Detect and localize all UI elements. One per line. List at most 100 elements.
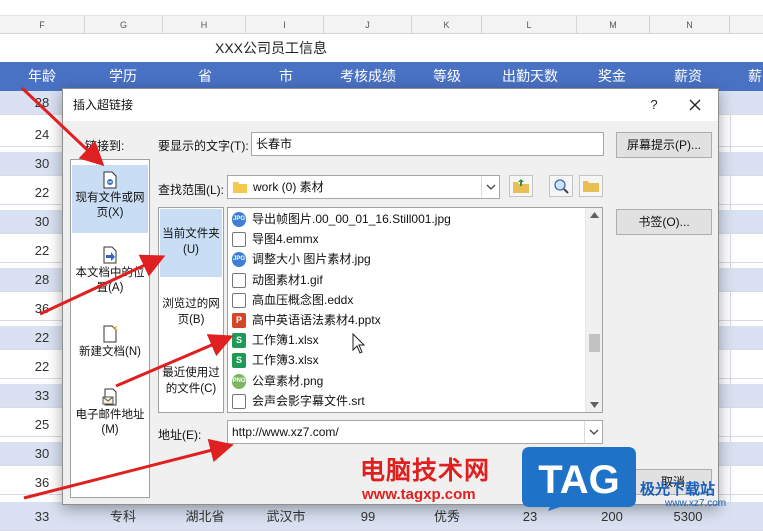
chevron-down-icon[interactable] (481, 176, 499, 198)
column-header[interactable]: J (324, 16, 412, 34)
header-cell[interactable]: 年龄 (22, 62, 62, 91)
sheet-title: XXX公司员工信息 (0, 34, 763, 62)
age-cell[interactable]: 22 (22, 239, 62, 263)
lookin-select[interactable]: work (0) 素材 (227, 175, 500, 199)
site-logo-text: 极光下载站 (640, 481, 716, 498)
link-to-panel: 现有文件或网页(X) 本文档中的位置(A) 新建文档(N) 电子邮件地址(M) (70, 159, 150, 498)
close-button[interactable] (683, 94, 707, 116)
blank-file-icon (232, 232, 246, 248)
education-cell[interactable]: 专科 (98, 502, 148, 531)
link-to-document-place[interactable]: 本文档中的位置(A) (72, 246, 148, 306)
close-icon (689, 99, 701, 111)
header-cell[interactable]: 奖金 (590, 62, 634, 91)
pptx-file-icon: P (232, 313, 246, 328)
lookin-label: 查找范围(L): (158, 183, 225, 197)
display-text-input[interactable]: 长春市 (251, 132, 604, 156)
scroll-up-icon[interactable] (590, 212, 599, 218)
blank-file-icon (232, 292, 246, 308)
grade-cell[interactable]: 优秀 (422, 502, 472, 531)
formula-bar-strip (0, 0, 763, 16)
tag-logo: TAG (522, 447, 636, 511)
column-header[interactable]: F (0, 16, 85, 34)
screentip-button[interactable]: 屏幕提示(P)... (616, 132, 712, 158)
watermark-text: 电脑技术网 (360, 457, 491, 485)
folder-icon (233, 182, 247, 193)
email-icon (102, 388, 117, 406)
header-cell[interactable]: 考核成绩 (330, 62, 406, 91)
file-name: 会声会影字幕文件.srt (252, 393, 365, 408)
age-cell[interactable]: 24 (22, 123, 62, 147)
header-cell[interactable]: 学历 (98, 62, 148, 91)
age-cell[interactable]: 36 (22, 297, 62, 321)
link-to-existing-file[interactable]: 现有文件或网页(X) (72, 165, 148, 233)
address-input[interactable]: http://www.xz7.com/ (227, 420, 603, 444)
age-cell[interactable]: 22 (22, 355, 62, 379)
column-header[interactable]: H (163, 16, 246, 34)
column-header[interactable]: L (482, 16, 577, 34)
age-cell[interactable]: 28 (22, 91, 62, 115)
new-document-icon (103, 325, 118, 343)
dialog-titlebar[interactable]: 插入超链接 ? (63, 89, 718, 121)
link-to-label: 链接到: (85, 139, 125, 153)
chevron-down-icon[interactable] (584, 421, 602, 443)
tag-logo-text: TAG (538, 458, 619, 502)
age-cell[interactable]: 33 (22, 384, 62, 408)
age-cell[interactable]: 22 (22, 326, 62, 350)
header-cell[interactable]: 等级 (422, 62, 472, 91)
png-file-icon: PNG (232, 373, 246, 389)
site-logo-url: www.xz7.com (665, 498, 727, 509)
age-cell[interactable]: 28 (22, 268, 62, 292)
display-text-label: 要显示的文字(T): (158, 139, 249, 153)
nav-recent-files[interactable]: 最近使用过的文件(C) (160, 365, 222, 397)
bookmark-button[interactable]: 书签(O)... (616, 209, 712, 235)
file-name: 导出帧图片.00_00_01_16.Still001.jpg (252, 212, 451, 226)
scroll-down-icon[interactable] (590, 402, 599, 408)
browse-nav-panel: 当前文件夹(U) 浏览过的网页(B) 最近使用过的文件(C) (158, 207, 224, 413)
nav-current-folder[interactable]: 当前文件夹(U) (160, 209, 222, 277)
column-header[interactable]: G (85, 16, 163, 34)
city-cell[interactable]: 武汉市 (256, 502, 316, 531)
file-name: 高血压概念图.eddx (252, 292, 354, 307)
file-name: 动图素材1.gif (252, 272, 323, 287)
header-cell[interactable]: 省 (185, 62, 225, 91)
age-cell[interactable]: 25 (22, 413, 62, 437)
header-cell[interactable]: 薪资 (666, 62, 710, 91)
column-header-bar: F G H I J K L M N (0, 16, 763, 34)
column-header[interactable]: M (577, 16, 650, 34)
folder-up-icon (513, 179, 529, 193)
column-header[interactable]: N (650, 16, 730, 34)
column-header[interactable]: I (246, 16, 324, 34)
header-cell[interactable]: 薪 (740, 62, 763, 91)
jpg-file-icon: JPG (232, 212, 246, 227)
xlsx-file-icon: S (232, 333, 246, 349)
link-to-new-document-label: 新建文档(N) (79, 346, 141, 358)
file-name: 工作簿1.xlsx (252, 333, 319, 348)
help-button[interactable]: ? (643, 94, 665, 116)
age-cell[interactable]: 30 (22, 442, 62, 466)
scrollbar-thumb[interactable] (589, 334, 600, 352)
province-cell[interactable]: 湖北省 (175, 502, 235, 531)
jpg-file-icon: JPG (232, 252, 246, 268)
score-cell[interactable]: 99 (340, 502, 396, 531)
recent-folder-button[interactable] (579, 175, 603, 197)
nav-browsed-pages[interactable]: 浏览过的网页(B) (160, 296, 222, 328)
browse-files-button[interactable] (549, 175, 573, 197)
watermark-url: www.tagxp.com (362, 486, 476, 503)
file-name: 导图4.emmx (252, 232, 319, 247)
browse-web-button[interactable] (509, 175, 533, 197)
column-header[interactable]: K (412, 16, 482, 34)
sheet-title-text: XXX公司员工信息 (215, 40, 328, 56)
header-cell[interactable]: 出勤天数 (490, 62, 570, 91)
link-to-email[interactable]: 电子邮件地址(M) (72, 388, 148, 450)
age-cell[interactable]: 30 (22, 152, 62, 176)
vertical-scrollbar[interactable] (585, 208, 602, 412)
file-name: 工作簿3.xlsx (252, 353, 319, 368)
age-cell[interactable]: 22 (22, 181, 62, 205)
age-cell[interactable]: 36 (22, 471, 62, 495)
header-cell[interactable]: 市 (266, 62, 306, 91)
age-cell[interactable]: 30 (22, 210, 62, 234)
age-cell[interactable]: 33 (22, 502, 62, 531)
file-list[interactable]: JPG 导出帧图片.00_00_01_16.Still001.jpg 导图4.emm… (227, 207, 603, 413)
link-to-document-place-label: 本文档中的位置(A) (75, 267, 145, 294)
link-to-new-document[interactable]: 新建文档(N) (72, 325, 148, 369)
